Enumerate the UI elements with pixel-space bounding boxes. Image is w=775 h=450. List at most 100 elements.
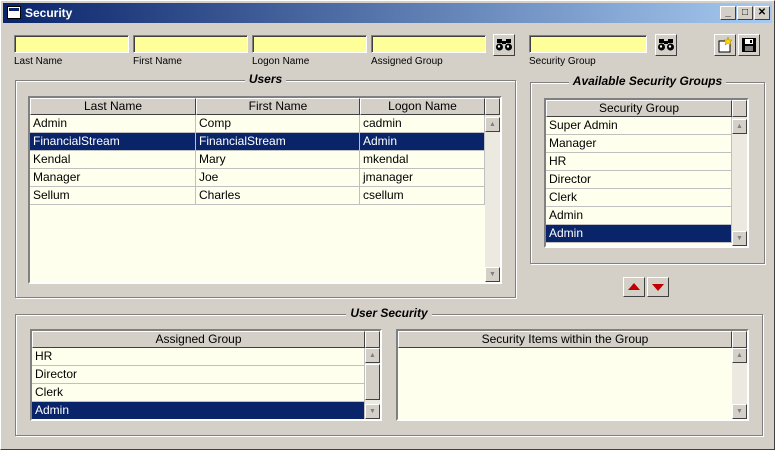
column-header-security-group[interactable]: Security Group: [546, 100, 732, 117]
list-item-selected[interactable]: Admin: [546, 225, 732, 243]
table-row[interactable]: Kendal Mary mkendal: [30, 151, 485, 169]
red-up-arrow-icon: [628, 283, 640, 290]
scroll-down-icon[interactable]: ▼: [485, 267, 500, 282]
security-groups-grid[interactable]: Security Group Super Admin Manager HR Di…: [544, 98, 749, 248]
group-name: Director: [546, 171, 732, 189]
list-item[interactable]: HR: [546, 153, 732, 171]
scroll-up-icon[interactable]: ▲: [365, 348, 380, 363]
window-title: Security: [25, 6, 73, 20]
group-name: Admin: [546, 225, 732, 243]
cell-last-name: Sellum: [30, 187, 196, 205]
logon-name-input[interactable]: [252, 35, 367, 53]
logon-name-label: Logon Name: [252, 56, 310, 67]
list-item-selected[interactable]: Admin: [32, 402, 365, 419]
cell-last-name: FinancialStream: [30, 133, 196, 151]
first-name-input[interactable]: [133, 35, 248, 53]
cell-first-name: Mary: [196, 151, 360, 169]
cell-logon-name: jmanager: [360, 169, 485, 187]
scrollbar-header-cap: [732, 100, 747, 117]
assigned-group-input[interactable]: [371, 35, 486, 53]
security-items-grid[interactable]: Security Items within the Group ▲ ▼: [396, 329, 749, 421]
assigned-group-name: Admin: [32, 402, 365, 419]
user-security-title: User Security: [346, 306, 432, 320]
floppy-save-icon: [742, 38, 756, 52]
security-window: Security _ □ ✕ Last Name First Name Logo…: [0, 0, 775, 450]
cell-logon-name: cadmin: [360, 115, 485, 133]
scrollbar-header-cap: [365, 331, 380, 348]
cell-first-name: FinancialStream: [196, 133, 360, 151]
list-item[interactable]: HR: [32, 348, 365, 366]
groups-scrollbar[interactable]: ▲ ▼: [732, 100, 747, 246]
new-document-icon: [718, 36, 733, 53]
list-item[interactable]: Director: [32, 366, 365, 384]
security-group-input[interactable]: [529, 35, 647, 53]
assigned-group-name: HR: [32, 348, 365, 366]
binoculars-icon: [496, 39, 512, 51]
title-bar[interactable]: Security _ □ ✕: [3, 3, 772, 23]
list-item[interactable]: Admin: [546, 207, 732, 225]
available-groups-title: Available Security Groups: [568, 74, 727, 88]
group-name: HR: [546, 153, 732, 171]
search-groups-button[interactable]: [655, 34, 677, 56]
assigned-groups-grid[interactable]: Assigned Group HR Director Clerk Admin ▲…: [30, 329, 382, 421]
list-item[interactable]: Clerk: [32, 384, 365, 402]
column-header-first-name[interactable]: First Name: [196, 98, 360, 115]
list-item[interactable]: Clerk: [546, 189, 732, 207]
list-item[interactable]: Manager: [546, 135, 732, 153]
users-scrollbar[interactable]: ▲ ▼: [485, 98, 500, 282]
binoculars-icon: [658, 39, 674, 51]
group-name: Super Admin: [546, 117, 732, 135]
table-row[interactable]: Sellum Charles csellum: [30, 187, 485, 205]
group-name: Admin: [546, 207, 732, 225]
cell-first-name: Comp: [196, 115, 360, 133]
scroll-up-icon[interactable]: ▲: [485, 117, 500, 132]
scroll-down-icon[interactable]: ▼: [732, 231, 747, 246]
cell-logon-name: mkendal: [360, 151, 485, 169]
assigned-scrollbar[interactable]: ▲ ▼: [365, 331, 380, 419]
scroll-up-icon[interactable]: ▲: [732, 348, 747, 363]
minimize-button[interactable]: _: [720, 6, 736, 20]
move-down-button[interactable]: [647, 277, 669, 297]
table-row[interactable]: Admin Comp cadmin: [30, 115, 485, 133]
close-button[interactable]: ✕: [754, 6, 770, 20]
column-header-last-name[interactable]: Last Name: [30, 98, 196, 115]
scroll-down-icon[interactable]: ▼: [732, 404, 747, 419]
security-items-scrollbar[interactable]: ▲ ▼: [732, 331, 747, 419]
users-group-title: Users: [244, 72, 287, 86]
cell-first-name: Charles: [196, 187, 360, 205]
assigned-group-name: Director: [32, 366, 365, 384]
scroll-thumb[interactable]: [365, 364, 380, 400]
list-item[interactable]: Super Admin: [546, 117, 732, 135]
maximize-button[interactable]: □: [737, 6, 753, 20]
scroll-up-icon[interactable]: ▲: [732, 119, 747, 134]
security-group-label: Security Group: [529, 56, 596, 67]
move-up-button[interactable]: [623, 277, 645, 297]
first-name-label: First Name: [133, 56, 182, 67]
group-name: Manager: [546, 135, 732, 153]
users-grid[interactable]: Last Name First Name Logon Name Admin Co…: [28, 96, 502, 284]
scrollbar-header-cap: [732, 331, 747, 348]
table-row-selected[interactable]: FinancialStream FinancialStream Admin: [30, 133, 485, 151]
save-button[interactable]: [738, 34, 760, 56]
search-users-button[interactable]: [493, 34, 515, 56]
group-name: Clerk: [546, 189, 732, 207]
column-header-logon-name[interactable]: Logon Name: [360, 98, 485, 115]
window-icon: [7, 6, 21, 19]
table-row[interactable]: Manager Joe jmanager: [30, 169, 485, 187]
cell-last-name: Manager: [30, 169, 196, 187]
cell-last-name: Kendal: [30, 151, 196, 169]
cell-logon-name: csellum: [360, 187, 485, 205]
cell-logon-name: Admin: [360, 133, 485, 151]
list-item[interactable]: Director: [546, 171, 732, 189]
last-name-input[interactable]: [14, 35, 129, 53]
scrollbar-header-cap: [485, 98, 500, 115]
scroll-down-icon[interactable]: ▼: [365, 404, 380, 419]
column-header-security-items[interactable]: Security Items within the Group: [398, 331, 732, 348]
column-header-assigned-group[interactable]: Assigned Group: [32, 331, 365, 348]
new-button[interactable]: [714, 34, 736, 56]
cell-last-name: Admin: [30, 115, 196, 133]
last-name-label: Last Name: [14, 56, 63, 67]
red-down-arrow-icon: [652, 284, 664, 291]
cell-first-name: Joe: [196, 169, 360, 187]
assigned-group-name: Clerk: [32, 384, 365, 402]
